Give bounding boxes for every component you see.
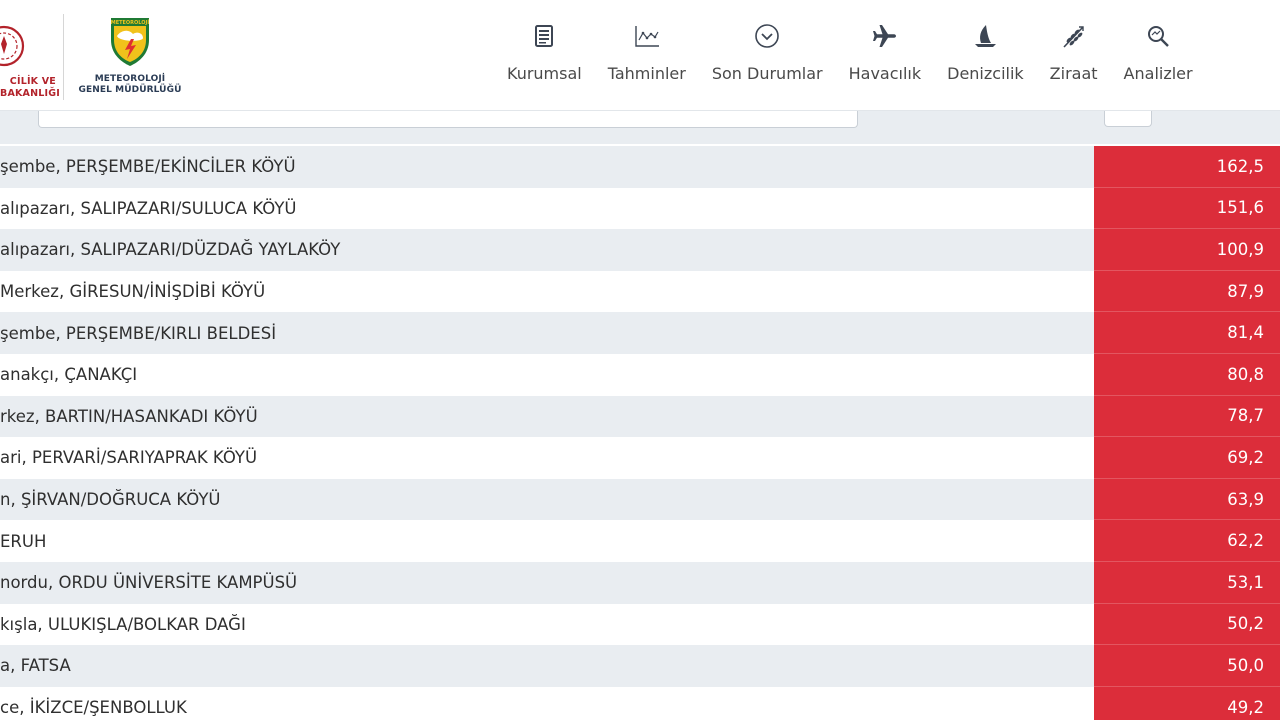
ministry-name: CİLİK VE BAKANLIĞI: [0, 76, 60, 100]
mgm-logo[interactable]: METEOROLOJİ METEOROLOJİ GENEL MÜDÜRLÜĞÜ: [70, 14, 190, 104]
filter-strip: [0, 107, 1280, 146]
nav-tahminler[interactable]: Tahminler: [595, 22, 699, 92]
precipitation-value: 81,4: [1094, 312, 1280, 354]
table-row[interactable]: alıpazarı, SALIPAZARI/DÜZDAĞ YAYLAKÖY 100…: [0, 229, 1280, 271]
header-divider: [63, 14, 64, 100]
nav-kurumsal[interactable]: Kurumsal: [494, 22, 595, 92]
precipitation-value: 63,9: [1094, 478, 1280, 521]
station-name: a, FATSA: [0, 645, 1094, 687]
precipitation-value: 162,5: [1094, 146, 1280, 188]
nav-label: Kurumsal: [507, 64, 582, 83]
nav-label: Denizcilik: [947, 64, 1024, 83]
ministry-name-line1: CİLİK VE: [9, 76, 56, 87]
precipitation-value: 78,7: [1094, 395, 1280, 438]
precipitation-value: 100,9: [1094, 229, 1280, 271]
table-row[interactable]: n, ŞİRVAN/DOĞRUCA KÖYÜ 63,9: [0, 478, 1280, 521]
precipitation-value: 87,9: [1094, 270, 1280, 313]
precipitation-table: şembe, PERŞEMBE/EKİNCİLER KÖYÜ 162,5 alıpa…: [0, 146, 1280, 720]
table-row[interactable]: rkez, BARTIN/HASANKADI KÖYÜ 78,7: [0, 395, 1280, 438]
mgm-name: METEOROLOJİ GENEL MÜDÜRLÜĞÜ: [70, 74, 190, 96]
airplane-icon: [871, 22, 899, 50]
table-row[interactable]: ari, PERVARİ/SARIYAPRAK KÖYÜ 69,2: [0, 437, 1280, 479]
ministry-emblem-icon: [0, 25, 25, 67]
document-icon: [530, 22, 558, 50]
nav-label: Tahminler: [607, 64, 686, 83]
table-row[interactable]: nordu, ORDU ÜNİVERSİTE KAMPÜSÜ 53,1: [0, 561, 1280, 604]
precipitation-value: 50,0: [1094, 645, 1280, 687]
chart-icon: [633, 22, 661, 50]
nav-ziraat[interactable]: Ziraat: [1037, 22, 1111, 92]
table-row[interactable]: ERUH 62,2: [0, 520, 1280, 562]
precipitation-value: 53,1: [1094, 561, 1280, 604]
station-name: nordu, ORDU ÜNİVERSİTE KAMPÜSÜ: [0, 561, 1094, 604]
nav-label: Son Durumlar: [711, 64, 823, 83]
station-name: şembe, PERŞEMBE/KIRLI BELDESİ: [0, 312, 1094, 354]
nav-havacilik[interactable]: Havacılık: [836, 22, 935, 92]
mgm-name-line2: GENEL MÜDÜRLÜĞÜ: [78, 85, 182, 95]
station-name: şembe, PERŞEMBE/EKİNCİLER KÖYÜ: [0, 146, 1094, 188]
site-header: CİLİK VE BAKANLIĞI METEOROLOJİ METEOROLO…: [0, 0, 1280, 111]
precipitation-value: 151,6: [1094, 187, 1280, 230]
station-name: ari, PERVARİ/SARIYAPRAK KÖYÜ: [0, 437, 1094, 479]
nav-analizler[interactable]: Analizler: [1111, 22, 1206, 92]
nav-label: Havacılık: [848, 64, 922, 83]
precipitation-value: 62,2: [1094, 520, 1280, 562]
precipitation-value: 50,2: [1094, 603, 1280, 646]
table-row[interactable]: şembe, PERŞEMBE/KIRLI BELDESİ 81,4: [0, 312, 1280, 354]
sailboat-icon: [971, 22, 999, 50]
table-row[interactable]: kışla, ULUKIŞLA/BOLKAR DAĞI 50,2: [0, 603, 1280, 646]
station-name: alıpazarı, SALIPAZARI/SULUCA KÖYÜ: [0, 187, 1094, 230]
nav-son-durumlar[interactable]: Son Durumlar: [699, 22, 836, 92]
station-name: n, ŞİRVAN/DOĞRUCA KÖYÜ: [0, 478, 1094, 521]
precipitation-value: 69,2: [1094, 437, 1280, 479]
station-name: alıpazarı, SALIPAZARI/DÜZDAĞ YAYLAKÖY: [0, 229, 1094, 271]
main-nav: Kurumsal Tahminler Son Durumlar Havacılı…: [494, 22, 1206, 92]
mgm-name-line1: METEOROLOJİ: [94, 74, 166, 84]
station-name: kışla, ULUKIŞLA/BOLKAR DAĞI: [0, 603, 1094, 646]
table-row[interactable]: alıpazarı, SALIPAZARI/SULUCA KÖYÜ 151,6: [0, 187, 1280, 230]
table-row[interactable]: anakçı, ÇANAKÇI 80,8: [0, 353, 1280, 396]
precipitation-value: 80,8: [1094, 353, 1280, 396]
nav-label: Ziraat: [1049, 64, 1098, 83]
station-name: ce, İKİZCE/ŞENBOLLUK: [0, 686, 1094, 720]
nav-denizcilik[interactable]: Denizcilik: [934, 22, 1037, 92]
nav-label: Analizler: [1123, 64, 1193, 83]
station-name: ERUH: [0, 520, 1094, 562]
table-row[interactable]: ce, İKİZCE/ŞENBOLLUK 49,2: [0, 686, 1280, 720]
table-row[interactable]: a, FATSA 50,0: [0, 645, 1280, 687]
station-name: rkez, BARTIN/HASANKADI KÖYÜ: [0, 395, 1094, 438]
station-name: Merkez, GİRESUN/İNİŞDİBİ KÖYÜ: [0, 270, 1094, 313]
chevron-circle-icon: [753, 22, 781, 50]
table-row[interactable]: Merkez, GİRESUN/İNİŞDİBİ KÖYÜ 87,9: [0, 270, 1280, 313]
wheat-icon: [1060, 22, 1088, 50]
mgm-emblem-icon: METEOROLOJİ: [111, 18, 150, 66]
ministry-name-line2: BAKANLIĞI: [0, 88, 60, 99]
station-name: anakçı, ÇANAKÇI: [0, 353, 1094, 396]
search-analysis-icon: [1144, 22, 1172, 50]
mgm-emblem-text: METEOROLOJİ: [111, 19, 150, 26]
precipitation-value: 49,2: [1094, 686, 1280, 720]
table-row[interactable]: şembe, PERŞEMBE/EKİNCİLER KÖYÜ 162,5: [0, 146, 1280, 188]
